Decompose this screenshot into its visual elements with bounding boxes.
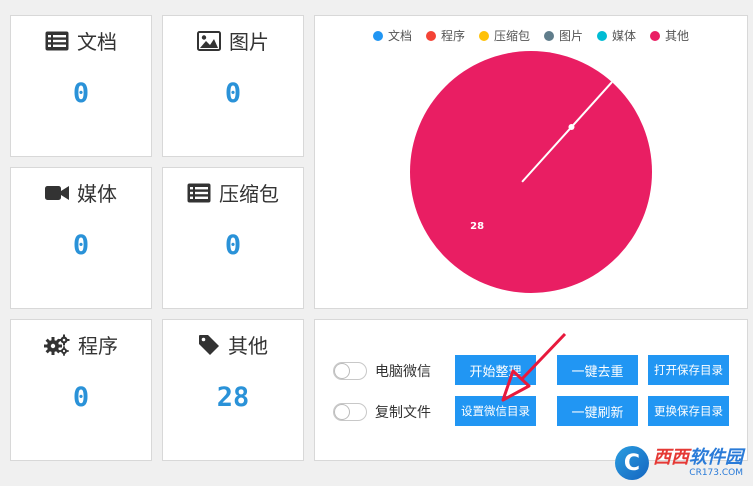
gears-icon xyxy=(44,334,70,356)
stat-label-zip: 压缩包 xyxy=(219,182,279,206)
legend-marker-1[interactable] xyxy=(425,31,436,41)
stat-label-program: 程序 xyxy=(78,334,118,358)
stat-card-program: 程序 0 xyxy=(10,319,152,461)
stat-value-media: 0 xyxy=(72,230,90,261)
image-icon xyxy=(197,30,221,51)
stat-card-media: 媒体 0 xyxy=(10,167,152,309)
stat-value-doc: 0 xyxy=(72,78,90,109)
legend-marker-3[interactable] xyxy=(544,31,555,41)
stat-label-other: 其他 xyxy=(228,334,268,358)
legend-label-5[interactable]: 其他 xyxy=(665,29,689,43)
pie-chart: 文档 程序 压缩包 图片 媒体 其他 28 xyxy=(372,28,689,293)
watermark-sub: CR173.COM xyxy=(689,467,743,478)
pie-slices xyxy=(410,51,652,293)
list-icon xyxy=(45,31,69,50)
stat-card-image: 图片 0 xyxy=(162,15,304,157)
video-camera-icon xyxy=(45,185,69,200)
stat-value-other: 28 xyxy=(216,382,250,413)
stat-label-media: 媒体 xyxy=(77,182,117,206)
site-watermark-logo: C 西西软件园 CR173.COM xyxy=(615,446,743,480)
legend-label-4[interactable]: 媒体 xyxy=(612,29,636,43)
stat-label-image: 图片 xyxy=(229,30,269,54)
legend-marker-5[interactable] xyxy=(650,31,661,41)
pie-pointer-dot xyxy=(568,124,575,131)
legend-marker-4[interactable] xyxy=(597,31,608,41)
stat-card-doc: 文档 0 xyxy=(10,15,152,157)
pie-data-label-5: 28 xyxy=(470,221,484,232)
stat-value-zip: 0 xyxy=(224,230,242,261)
legend-label-3[interactable]: 图片 xyxy=(559,29,583,43)
legend-label-1[interactable]: 程序 xyxy=(441,28,465,43)
legend-label-2[interactable]: 压缩包 xyxy=(494,28,530,43)
legend-label-0[interactable]: 文档 xyxy=(388,28,412,43)
annotation-arrow xyxy=(501,332,567,402)
stat-card-other: 其他 28 xyxy=(162,319,304,461)
pie-data-labels: 28 xyxy=(470,221,484,232)
list-icon xyxy=(187,183,211,202)
watermark-c-logo-icon: C xyxy=(615,446,649,480)
chart-card: 文档 程序 压缩包 图片 媒体 其他 28 xyxy=(314,15,748,309)
tag-icon xyxy=(199,334,219,355)
watermark-main-b: 软件园 xyxy=(689,446,743,468)
chart-legend: 文档 程序 压缩包 图片 媒体 其他 xyxy=(372,28,689,43)
stat-label-doc: 文档 xyxy=(77,30,117,54)
watermark-main-a: 西西 xyxy=(653,446,689,468)
legend-marker-0[interactable] xyxy=(372,31,383,41)
stat-value-image: 0 xyxy=(224,78,242,109)
stat-value-program: 0 xyxy=(72,382,90,413)
stat-card-zip: 压缩包 0 xyxy=(162,167,304,309)
legend-marker-2[interactable] xyxy=(478,31,489,41)
controls-card: 电脑微信 复制文件 开始整理 一键去重 打开保存目录 设置微信目录 一键刷新 更… xyxy=(314,319,748,461)
